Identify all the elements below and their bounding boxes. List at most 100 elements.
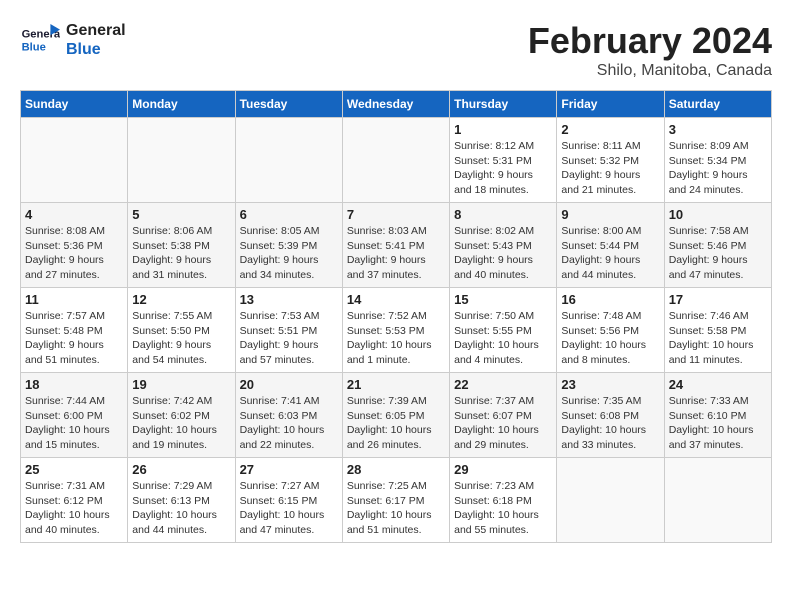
cell-day-number: 19 xyxy=(132,377,230,392)
cell-day-number: 5 xyxy=(132,207,230,222)
cell-info: Sunrise: 7:35 AM Sunset: 6:08 PM Dayligh… xyxy=(561,394,659,453)
calendar-cell: 13 Sunrise: 7:53 AM Sunset: 5:51 PM Dayli… xyxy=(235,288,342,373)
calendar-week-1: 1 Sunrise: 8:12 AM Sunset: 5:31 PM Daylig… xyxy=(21,118,772,203)
cell-info: Sunrise: 8:00 AM Sunset: 5:44 PM Dayligh… xyxy=(561,224,659,283)
cell-info: Sunrise: 7:31 AM Sunset: 6:12 PM Dayligh… xyxy=(25,479,123,538)
cell-info: Sunrise: 7:29 AM Sunset: 6:13 PM Dayligh… xyxy=(132,479,230,538)
cell-day-number: 20 xyxy=(240,377,338,392)
calendar-cell xyxy=(342,118,449,203)
calendar-cell: 1 Sunrise: 8:12 AM Sunset: 5:31 PM Daylig… xyxy=(450,118,557,203)
calendar-cell: 2 Sunrise: 8:11 AM Sunset: 5:32 PM Daylig… xyxy=(557,118,664,203)
cell-info: Sunrise: 8:03 AM Sunset: 5:41 PM Dayligh… xyxy=(347,224,445,283)
cell-day-number: 8 xyxy=(454,207,552,222)
cell-day-number: 18 xyxy=(25,377,123,392)
cell-info: Sunrise: 7:50 AM Sunset: 5:55 PM Dayligh… xyxy=(454,309,552,368)
cell-info: Sunrise: 7:46 AM Sunset: 5:58 PM Dayligh… xyxy=(669,309,767,368)
calendar-cell: 9 Sunrise: 8:00 AM Sunset: 5:44 PM Daylig… xyxy=(557,203,664,288)
logo: General Blue GeneralBlue xyxy=(20,20,126,60)
weekday-header-sunday: Sunday xyxy=(21,91,128,118)
cell-day-number: 13 xyxy=(240,292,338,307)
calendar-cell: 15 Sunrise: 7:50 AM Sunset: 5:55 PM Dayli… xyxy=(450,288,557,373)
cell-day-number: 29 xyxy=(454,462,552,477)
cell-info: Sunrise: 8:09 AM Sunset: 5:34 PM Dayligh… xyxy=(669,139,767,198)
calendar-cell: 5 Sunrise: 8:06 AM Sunset: 5:38 PM Daylig… xyxy=(128,203,235,288)
calendar-week-4: 18 Sunrise: 7:44 AM Sunset: 6:00 PM Dayli… xyxy=(21,373,772,458)
cell-info: Sunrise: 7:39 AM Sunset: 6:05 PM Dayligh… xyxy=(347,394,445,453)
cell-day-number: 1 xyxy=(454,122,552,137)
cell-day-number: 14 xyxy=(347,292,445,307)
calendar-table: SundayMondayTuesdayWednesdayThursdayFrid… xyxy=(20,90,772,543)
cell-day-number: 25 xyxy=(25,462,123,477)
cell-info: Sunrise: 7:42 AM Sunset: 6:02 PM Dayligh… xyxy=(132,394,230,453)
weekday-header-monday: Monday xyxy=(128,91,235,118)
calendar-week-3: 11 Sunrise: 7:57 AM Sunset: 5:48 PM Dayli… xyxy=(21,288,772,373)
cell-day-number: 9 xyxy=(561,207,659,222)
calendar-cell: 4 Sunrise: 8:08 AM Sunset: 5:36 PM Daylig… xyxy=(21,203,128,288)
cell-info: Sunrise: 7:41 AM Sunset: 6:03 PM Dayligh… xyxy=(240,394,338,453)
calendar-cell: 6Sunrise: 8:05 AM Sunset: 5:39 PM Daylig… xyxy=(235,203,342,288)
cell-info: Sunrise: 7:23 AM Sunset: 6:18 PM Dayligh… xyxy=(454,479,552,538)
cell-info: Sunrise: 8:02 AM Sunset: 5:43 PM Dayligh… xyxy=(454,224,552,283)
calendar-cell: 17 Sunrise: 7:46 AM Sunset: 5:58 PM Dayli… xyxy=(664,288,771,373)
cell-day-number: 4 xyxy=(25,207,123,222)
cell-day-number: 6 xyxy=(240,207,338,222)
cell-info: Sunrise: 7:57 AM Sunset: 5:48 PM Dayligh… xyxy=(25,309,123,368)
cell-day-number: 10 xyxy=(669,207,767,222)
calendar-cell xyxy=(557,458,664,543)
calendar-cell: 8 Sunrise: 8:02 AM Sunset: 5:43 PM Daylig… xyxy=(450,203,557,288)
calendar-cell xyxy=(21,118,128,203)
cell-day-number: 22 xyxy=(454,377,552,392)
calendar-cell: 18 Sunrise: 7:44 AM Sunset: 6:00 PM Dayli… xyxy=(21,373,128,458)
calendar-cell: 22 Sunrise: 7:37 AM Sunset: 6:07 PM Dayli… xyxy=(450,373,557,458)
weekday-header-thursday: Thursday xyxy=(450,91,557,118)
calendar-cell: 25 Sunrise: 7:31 AM Sunset: 6:12 PM Dayli… xyxy=(21,458,128,543)
calendar-cell: 10 Sunrise: 7:58 AM Sunset: 5:46 PM Dayli… xyxy=(664,203,771,288)
cell-day-number: 26 xyxy=(132,462,230,477)
calendar-week-2: 4 Sunrise: 8:08 AM Sunset: 5:36 PM Daylig… xyxy=(21,203,772,288)
calendar-cell: 24Sunrise: 7:33 AM Sunset: 6:10 PM Dayli… xyxy=(664,373,771,458)
cell-info: Sunrise: 8:12 AM Sunset: 5:31 PM Dayligh… xyxy=(454,139,552,198)
calendar-cell: 27 Sunrise: 7:27 AM Sunset: 6:15 PM Dayli… xyxy=(235,458,342,543)
calendar-cell: 20 Sunrise: 7:41 AM Sunset: 6:03 PM Dayli… xyxy=(235,373,342,458)
cell-info: Sunrise: 7:37 AM Sunset: 6:07 PM Dayligh… xyxy=(454,394,552,453)
weekday-header-row: SundayMondayTuesdayWednesdayThursdayFrid… xyxy=(21,91,772,118)
cell-day-number: 11 xyxy=(25,292,123,307)
calendar-cell xyxy=(235,118,342,203)
calendar-cell: 16Sunrise: 7:48 AM Sunset: 5:56 PM Dayli… xyxy=(557,288,664,373)
calendar-cell: 23Sunrise: 7:35 AM Sunset: 6:08 PM Dayli… xyxy=(557,373,664,458)
cell-info: Sunrise: 8:11 AM Sunset: 5:32 PM Dayligh… xyxy=(561,139,659,198)
cell-info: Sunrise: 7:53 AM Sunset: 5:51 PM Dayligh… xyxy=(240,309,338,368)
cell-info: Sunrise: 8:06 AM Sunset: 5:38 PM Dayligh… xyxy=(132,224,230,283)
cell-day-number: 17 xyxy=(669,292,767,307)
calendar-cell xyxy=(664,458,771,543)
calendar-cell: 3Sunrise: 8:09 AM Sunset: 5:34 PM Daylig… xyxy=(664,118,771,203)
location-subtitle: Shilo, Manitoba, Canada xyxy=(528,62,772,80)
weekday-header-saturday: Saturday xyxy=(664,91,771,118)
weekday-header-wednesday: Wednesday xyxy=(342,91,449,118)
cell-day-number: 28 xyxy=(347,462,445,477)
calendar-cell xyxy=(128,118,235,203)
cell-info: Sunrise: 7:44 AM Sunset: 6:00 PM Dayligh… xyxy=(25,394,123,453)
calendar-cell: 26 Sunrise: 7:29 AM Sunset: 6:13 PM Dayli… xyxy=(128,458,235,543)
cell-info: Sunrise: 7:27 AM Sunset: 6:15 PM Dayligh… xyxy=(240,479,338,538)
calendar-cell: 7 Sunrise: 8:03 AM Sunset: 5:41 PM Daylig… xyxy=(342,203,449,288)
calendar-cell: 19 Sunrise: 7:42 AM Sunset: 6:02 PM Dayli… xyxy=(128,373,235,458)
svg-text:Blue: Blue xyxy=(22,41,46,53)
cell-info: Sunrise: 7:58 AM Sunset: 5:46 PM Dayligh… xyxy=(669,224,767,283)
cell-info: Sunrise: 7:52 AM Sunset: 5:53 PM Dayligh… xyxy=(347,309,445,368)
calendar-cell: 11 Sunrise: 7:57 AM Sunset: 5:48 PM Dayli… xyxy=(21,288,128,373)
title-block: February 2024 Shilo, Manitoba, Canada xyxy=(528,20,772,80)
logo-text: GeneralBlue xyxy=(66,21,126,59)
calendar-cell: 21Sunrise: 7:39 AM Sunset: 6:05 PM Dayli… xyxy=(342,373,449,458)
calendar-cell: 29 Sunrise: 7:23 AM Sunset: 6:18 PM Dayli… xyxy=(450,458,557,543)
cell-info: Sunrise: 8:08 AM Sunset: 5:36 PM Dayligh… xyxy=(25,224,123,283)
cell-day-number: 2 xyxy=(561,122,659,137)
cell-day-number: 16 xyxy=(561,292,659,307)
cell-info: Sunrise: 7:55 AM Sunset: 5:50 PM Dayligh… xyxy=(132,309,230,368)
cell-day-number: 24 xyxy=(669,377,767,392)
cell-day-number: 7 xyxy=(347,207,445,222)
logo-icon: General Blue xyxy=(20,20,60,60)
cell-day-number: 27 xyxy=(240,462,338,477)
cell-day-number: 12 xyxy=(132,292,230,307)
cell-day-number: 15 xyxy=(454,292,552,307)
